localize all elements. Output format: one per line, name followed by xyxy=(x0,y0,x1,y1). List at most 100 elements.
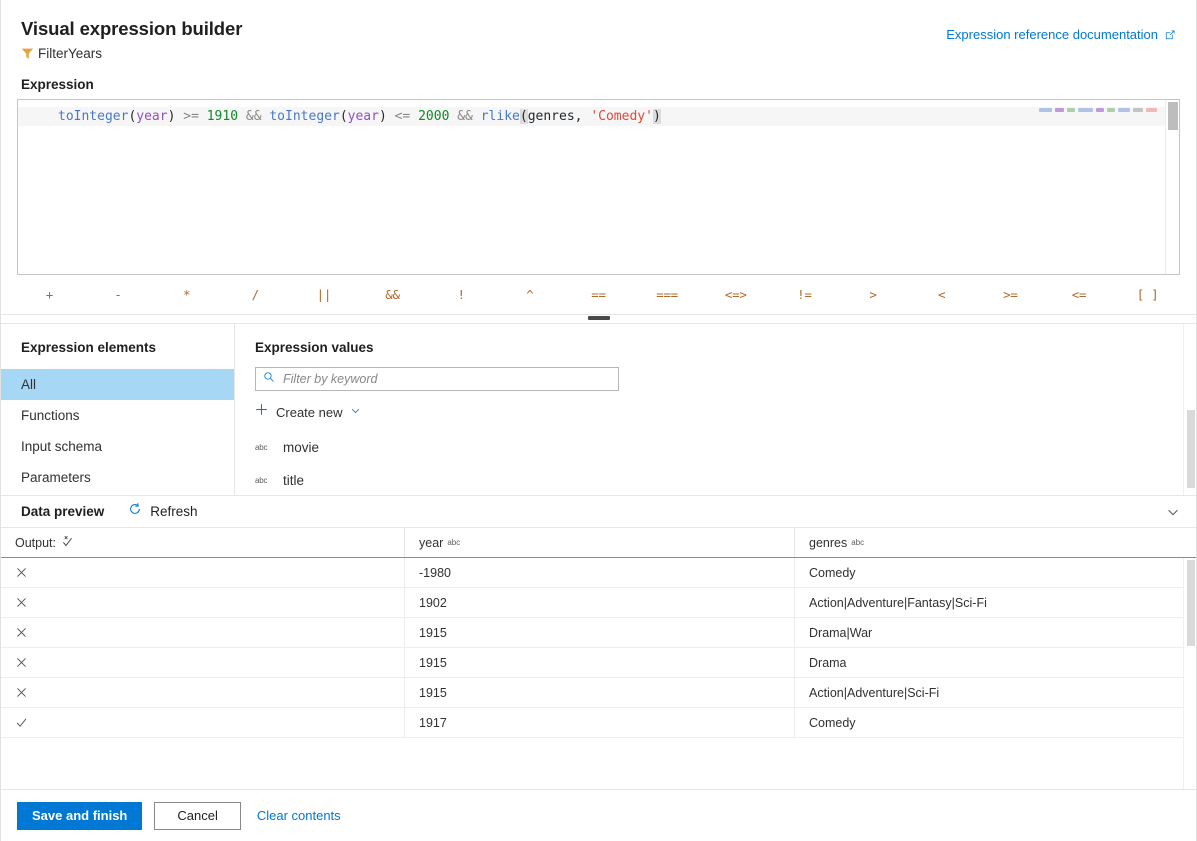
operator-button-[interactable]: > xyxy=(839,281,908,308)
expression-elements-title: Expression elements xyxy=(1,324,234,369)
cell-year: 1915 xyxy=(405,678,795,707)
code-token: ( xyxy=(520,109,528,124)
funnel-icon xyxy=(21,47,34,60)
grid-vertical-scrollbar[interactable] xyxy=(1183,558,1196,789)
operator-button-[interactable]: + xyxy=(15,281,84,308)
expression-elements-list: AllFunctionsInput schemaParameters xyxy=(1,369,234,493)
editor-minimap[interactable] xyxy=(1039,108,1157,115)
operator-button-[interactable]: === xyxy=(633,281,702,308)
code-token: genres xyxy=(528,109,575,124)
code-token: toInteger xyxy=(269,109,339,124)
values-vertical-scrollbar[interactable] xyxy=(1183,324,1196,495)
operator-button-[interactable]: || xyxy=(290,281,359,308)
output-excluded-x-icon xyxy=(1,618,405,647)
code-token xyxy=(199,109,207,124)
save-and-finish-button[interactable]: Save and finish xyxy=(17,802,142,830)
operator-button-[interactable]: ^ xyxy=(495,281,564,308)
cell-genres: Action|Adventure|Sci-Fi xyxy=(795,678,1196,707)
refresh-button[interactable]: Refresh xyxy=(128,502,197,521)
expression-panels: Expression elements AllFunctionsInput sc… xyxy=(1,324,1196,496)
operator-button-[interactable]: != xyxy=(770,281,839,308)
filter-by-keyword-box[interactable] xyxy=(255,367,619,391)
operator-button-[interactable]: ! xyxy=(427,281,496,308)
expression-element-functions[interactable]: Functions xyxy=(1,400,234,431)
operator-button-[interactable]: [ ] xyxy=(1113,281,1182,308)
code-token: ( xyxy=(340,109,348,124)
create-new-label: Create new xyxy=(276,405,342,420)
cell-year: 1902 xyxy=(405,588,795,617)
column-header-output-label: Output: xyxy=(15,536,56,550)
operator-button-[interactable]: / xyxy=(221,281,290,308)
cell-year: 1915 xyxy=(405,648,795,677)
code-token xyxy=(238,109,246,124)
table-row[interactable]: 1915Action|Adventure|Sci-Fi xyxy=(1,678,1196,708)
plus-icon xyxy=(255,403,268,421)
column-header-genres-label: genres xyxy=(809,536,847,550)
values-scrollbar-thumb[interactable] xyxy=(1187,410,1195,488)
expression-element-parameters[interactable]: Parameters xyxy=(1,462,234,493)
search-icon xyxy=(263,370,275,388)
expression-value-item[interactable]: abcmovie xyxy=(235,431,1196,464)
create-new-button[interactable]: Create new xyxy=(235,391,381,431)
string-type-icon: abc xyxy=(255,476,271,485)
expression-element-all[interactable]: All xyxy=(1,369,234,400)
table-row[interactable]: 1917Comedy xyxy=(1,708,1196,738)
editor-resize-row xyxy=(1,315,1196,324)
column-header-genres[interactable]: genres abc xyxy=(795,528,1196,557)
cell-genres: Drama xyxy=(795,648,1196,677)
clear-contents-link[interactable]: Clear contents xyxy=(257,808,341,823)
chevron-down-icon[interactable] xyxy=(350,403,361,421)
cell-year: 1915 xyxy=(405,618,795,647)
editor-resize-handle[interactable] xyxy=(588,316,610,320)
expression-section-label: Expression xyxy=(1,77,1196,99)
operator-button-[interactable]: && xyxy=(358,281,427,308)
operator-button-[interactable]: >= xyxy=(976,281,1045,308)
code-token xyxy=(473,109,481,124)
code-token: ) xyxy=(379,109,387,124)
operator-button-[interactable]: <=> xyxy=(701,281,770,308)
output-excluded-x-icon xyxy=(1,588,405,617)
expression-reference-documentation-link[interactable]: Expression reference documentation xyxy=(946,27,1176,42)
code-token: <= xyxy=(395,109,411,124)
cell-genres: Comedy xyxy=(795,558,1196,587)
column-header-output[interactable]: Output: xyxy=(1,528,405,557)
column-header-year-label: year xyxy=(419,536,443,550)
expression-code-line[interactable]: toInteger(year) >= 1910 && toInteger(yea… xyxy=(18,107,1179,126)
dialog-header: Visual expression builder FilterYears Ex… xyxy=(1,0,1196,77)
code-token: 'Comedy' xyxy=(590,109,653,124)
grid-scrollbar-thumb[interactable] xyxy=(1187,560,1195,646)
table-row[interactable]: -1980Comedy xyxy=(1,558,1196,588)
data-preview-collapse-chevron-down-icon[interactable] xyxy=(1166,505,1180,519)
grid-header-row: Output: year abc genres abc xyxy=(1,528,1196,558)
filter-input[interactable] xyxy=(281,371,611,387)
code-token: ) xyxy=(653,109,661,124)
expression-value-item[interactable]: abctitle xyxy=(235,464,1196,495)
output-included-check-icon xyxy=(1,708,405,737)
editor-scrollbar-thumb[interactable] xyxy=(1168,102,1178,130)
code-token: && xyxy=(246,109,262,124)
grid-body: -1980Comedy1902Action|Adventure|Fantasy|… xyxy=(1,558,1196,738)
operator-button-[interactable]: == xyxy=(564,281,633,308)
expression-values-title: Expression values xyxy=(235,324,1196,367)
operator-button-[interactable]: * xyxy=(152,281,221,308)
operator-button-[interactable]: < xyxy=(907,281,976,308)
operator-button-[interactable]: - xyxy=(84,281,153,308)
table-row[interactable]: 1902Action|Adventure|Fantasy|Sci-Fi xyxy=(1,588,1196,618)
data-preview-title: Data preview xyxy=(21,504,104,519)
code-token: >= xyxy=(183,109,199,124)
code-token: toInteger xyxy=(58,109,128,124)
expression-code-text: toInteger(year) >= 1910 && toInteger(yea… xyxy=(18,107,661,126)
cancel-button[interactable]: Cancel xyxy=(154,802,240,830)
output-excluded-x-icon xyxy=(1,648,405,677)
expression-editor[interactable]: toInteger(year) >= 1910 && toInteger(yea… xyxy=(17,99,1180,275)
table-row[interactable]: 1915Drama xyxy=(1,648,1196,678)
cell-year: 1917 xyxy=(405,708,795,737)
editor-vertical-scrollbar[interactable] xyxy=(1165,100,1179,274)
expression-values-pane: Expression values Create new abcmovieabc… xyxy=(235,324,1196,495)
table-row[interactable]: 1915Drama|War xyxy=(1,618,1196,648)
operator-button-[interactable]: <= xyxy=(1045,281,1114,308)
column-header-year[interactable]: year abc xyxy=(405,528,795,557)
output-filter-icon[interactable] xyxy=(56,535,74,551)
expression-element-input-schema[interactable]: Input schema xyxy=(1,431,234,462)
visual-expression-builder-dialog: Visual expression builder FilterYears Ex… xyxy=(0,0,1197,841)
